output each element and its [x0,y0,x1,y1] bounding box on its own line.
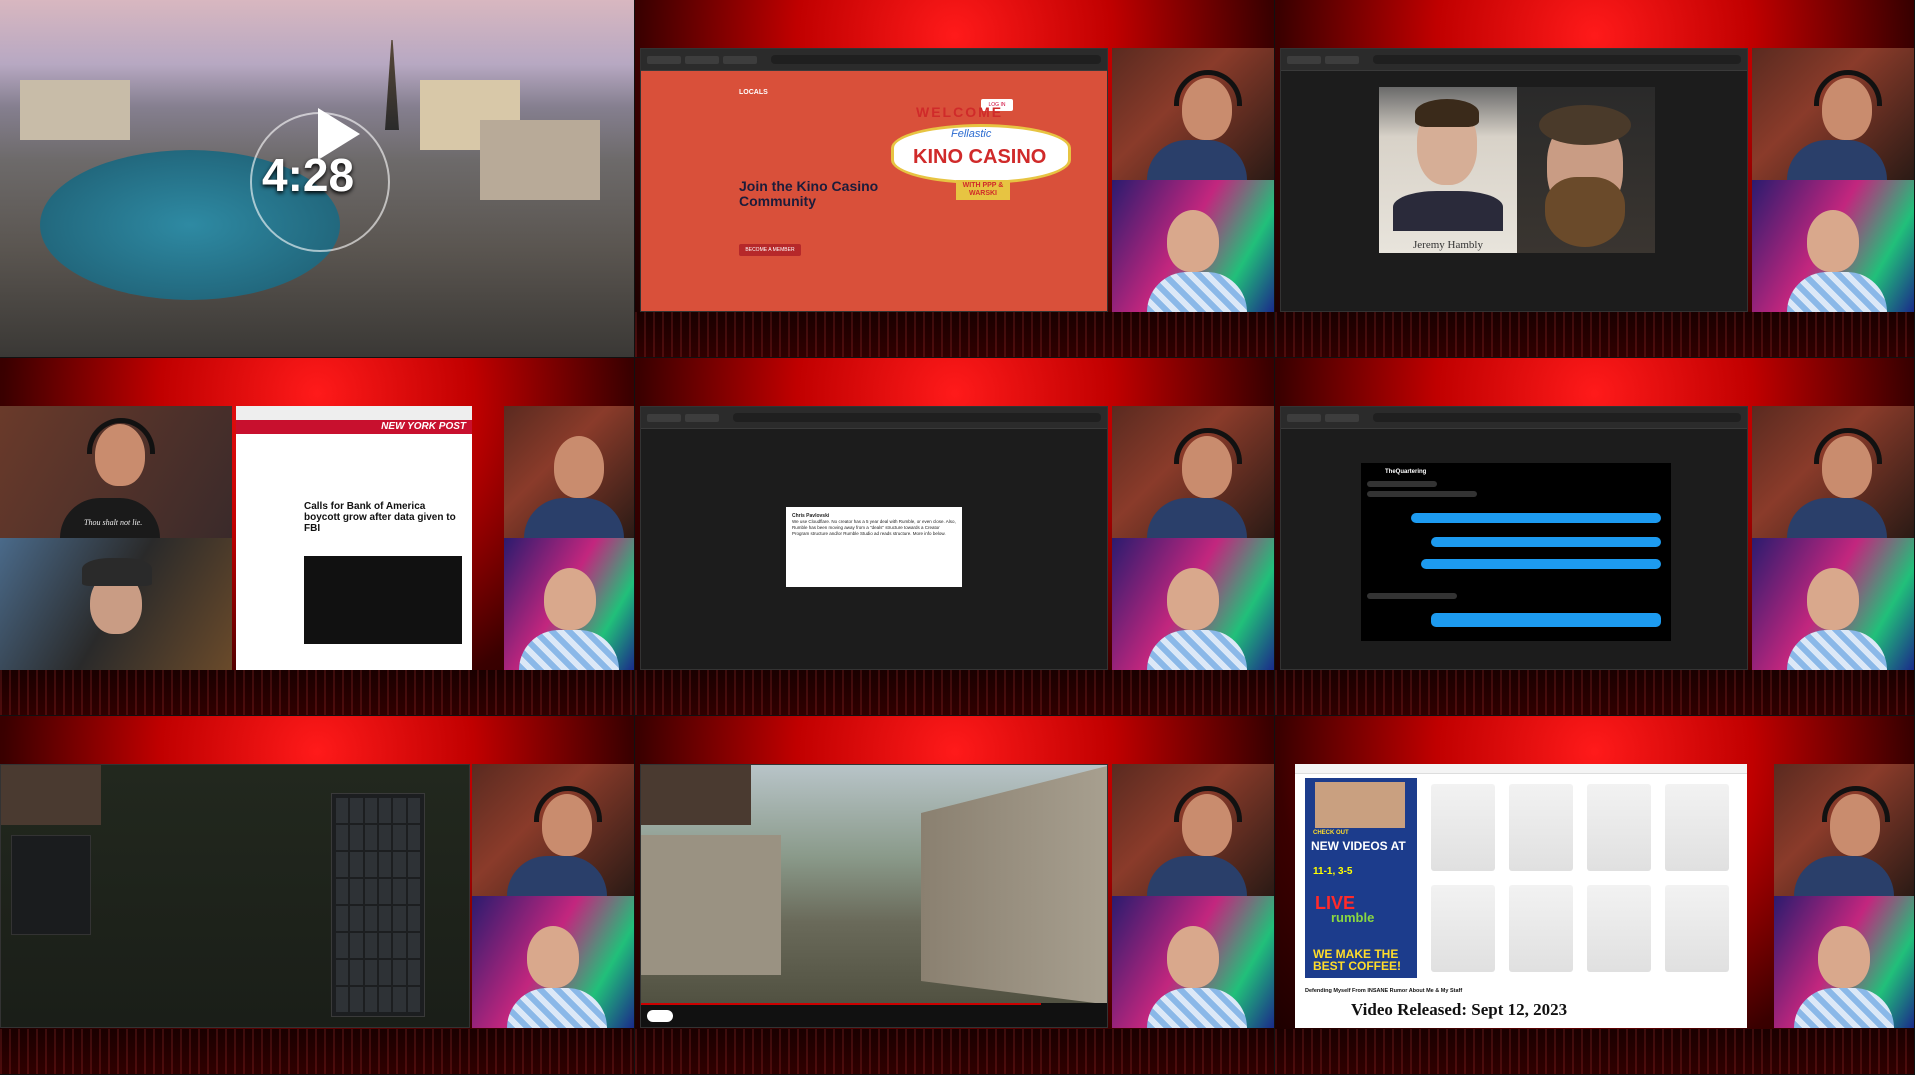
locals-panel: LOCALS LOG IN Join the Kino Casino Commu… [635,0,1275,358]
tweet-screen: Chris Pavlovski We use Cloudflare. No cr… [640,406,1108,670]
game-village-panel [635,716,1275,1075]
game-inventory-panel [0,716,635,1075]
nypost-panel: Thou shalt not lie. NEW YORK POST Calls … [0,358,635,716]
promo-streamer [1315,782,1405,828]
browser-bar [641,49,1107,71]
youtube-page: CHECK OUT NEW VIDEOS AT 11-1, 3-5 LIVE r… [1295,764,1747,1028]
image-viewer-screen: Jeremy Hambly [1280,48,1748,312]
tweet-card: Chris Pavlovski We use Cloudflare. No cr… [786,507,962,587]
tweet-text: We use Cloudflare. No creator has a 5 ye… [792,519,956,536]
vegas-intro-panel: 4:28 [0,0,635,358]
stone-house [641,835,781,975]
youtube-panel: CHECK OUT NEW VIDEOS AT 11-1, 3-5 LIVE r… [1275,716,1915,1075]
video-controls [641,1003,1107,1027]
promo-new-videos: NEW VIDEOS AT [1311,839,1406,853]
game-village-screen [640,764,1108,1028]
join-headline: Join the Kino Casino Community [739,178,879,209]
webcam-panel [1112,48,1274,312]
webcam-panel [1112,764,1274,1028]
dm-conversation: TheQuartering [1361,463,1671,641]
video-grid: 4:28 LOCALS LOG IN Join the Kino Casino … [0,0,1915,1075]
nypost-article: NEW YORK POST Calls for Bank of America … [236,406,472,670]
game-screen [0,764,470,1028]
become-member-button[interactable]: BECOME A MEMBER [739,244,801,256]
promo-rumble: rumble [1331,910,1375,925]
progress-bar[interactable] [641,1003,1041,1005]
host-webcam [0,538,232,670]
webcam-panel [472,764,634,1028]
promo-banner: CHECK OUT NEW VIDEOS AT 11-1, 3-5 LIVE r… [1305,778,1417,978]
inventory-grid [331,793,425,1017]
promo-check: CHECK OUT [1313,830,1349,836]
dm-panel: TheQuartering [1275,358,1915,716]
eiffel-tower [385,40,399,130]
sign-kino: KINO CASINO [913,146,1047,168]
article-video[interactable] [304,556,462,644]
kino-casino-sign: WELCOME Fellastic KINO CASINO WITH PPP &… [891,104,1071,214]
streamer-inset [641,765,751,825]
webcam-panel [1774,764,1914,1028]
shirt-text: Thou shalt not lie. [84,518,143,527]
current-photo [1517,87,1655,253]
webcam-top [1112,48,1274,180]
nypost-masthead: NEW YORK POST [236,420,472,434]
webcam-panel [504,406,634,670]
webcam-panel [1752,406,1914,670]
guest-webcam: Thou shalt not lie. [0,406,232,538]
locals-screen: LOCALS LOG IN Join the Kino Casino Commu… [640,48,1108,312]
promo-coffee: WE MAKE THE BEST COFFEE! [1313,947,1402,973]
sign-welcome: WELCOME [916,104,1004,120]
release-caption: Video Released: Sept 12, 2023 [1351,1000,1568,1019]
webcam-panel [1112,406,1274,670]
photo-caption: Jeremy Hambly [1413,239,1483,251]
product-grid [1425,778,1735,978]
youtube-header [1295,764,1747,774]
sign-with: WITH PPP & WARSKI [956,180,1010,200]
webcam-bottom [1112,180,1274,312]
character-gear [11,835,91,935]
streamer-inset [1,765,101,825]
dm-screen: TheQuartering [1280,406,1748,670]
play-button[interactable] [647,1010,673,1022]
sign-fellastic: Fellastic [951,128,992,140]
countdown-timer: 4:28 [262,149,355,201]
image-compare-panel: Jeremy Hambly [1275,0,1915,358]
yearbook-photo: Jeremy Hambly [1379,87,1517,253]
tweet-panel: Chris Pavlovski We use Cloudflare. No cr… [635,358,1275,716]
article-headline: Calls for Bank of America boycott grow a… [304,501,456,534]
promo-dates: 11-1, 3-5 [1313,866,1353,877]
webcam-panel [1752,48,1914,312]
locals-logo: LOCALS [739,89,768,96]
stone-wall [921,765,1107,1005]
video-title[interactable]: Defending Myself From INSANE Rumor About… [1305,988,1462,994]
dm-contact-name: TheQuartering [1385,469,1427,475]
